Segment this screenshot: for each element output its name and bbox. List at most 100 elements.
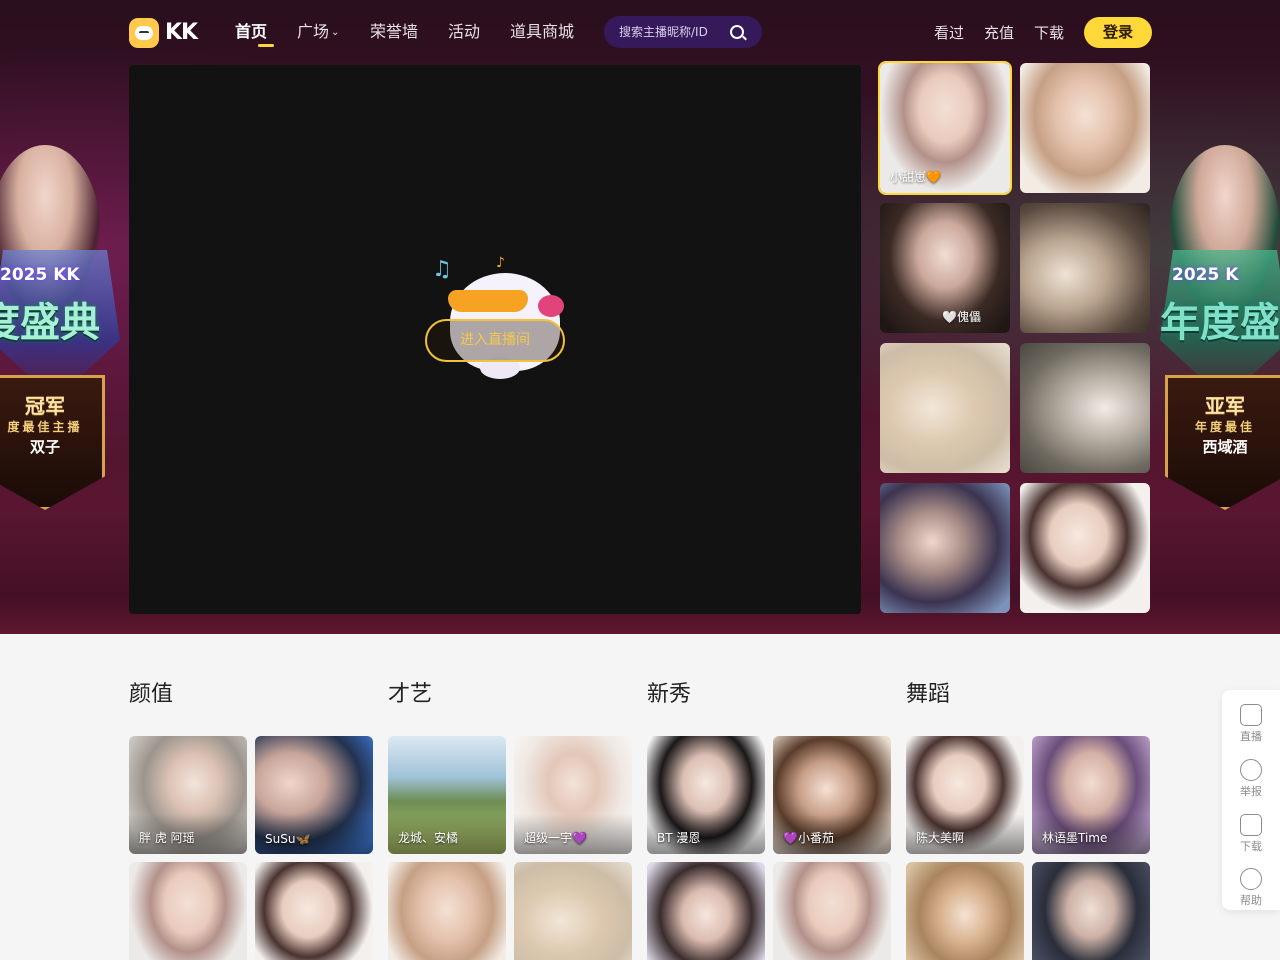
banner-event-title: 年度盛 <box>1160 300 1280 346</box>
streamer-card[interactable]: 陈大美啊 <box>906 736 1024 854</box>
download-link[interactable]: 下载 <box>1034 22 1064 43</box>
search-input[interactable] <box>619 25 729 39</box>
streamer-name: 陈大美啊 <box>916 831 965 845</box>
streamer-portrait <box>1032 862 1150 960</box>
live-thumb[interactable]: 🤍傀儡 <box>880 203 1010 333</box>
banner-event-title: 度盛典 <box>0 300 100 346</box>
nav-home[interactable]: 首页 <box>235 20 297 48</box>
live-thumb[interactable]: 小甜崽🧡 <box>878 61 1012 195</box>
streamer-card[interactable]: 超级一宇💜 <box>514 736 632 854</box>
category-column-newcomer: 新秀 <box>647 680 891 710</box>
category-section: 颜值 胖 虎 阿瑶 SuSu🦋 才艺 龙城、安橘 超级一宇💜 新秀 BT 漫恩 <box>129 680 1150 960</box>
streamer-name: 龙城、安橘 <box>398 831 459 845</box>
rail-label: 直播 <box>1240 730 1262 743</box>
streamer-portrait <box>1020 203 1150 333</box>
live-thumb[interactable] <box>1020 343 1150 473</box>
help-icon <box>1240 868 1262 890</box>
streamer-card[interactable] <box>514 862 632 960</box>
category-title[interactable]: 才艺 <box>388 680 632 710</box>
rail-label: 帮助 <box>1240 894 1262 907</box>
streamer-card[interactable] <box>129 862 247 960</box>
kk-logo[interactable]: KK <box>129 17 205 48</box>
category-title[interactable]: 舞蹈 <box>906 680 1150 710</box>
banner-plaque: 冠军 度最佳主播 双子 <box>0 375 105 510</box>
streamer-card[interactable]: 龙城、安橘 <box>388 736 506 854</box>
streamer-card[interactable] <box>906 862 1024 960</box>
streamer-card[interactable]: SuSu🦋 <box>255 736 373 854</box>
streamer-portrait <box>255 862 373 960</box>
award-banner-right[interactable]: 2025 K 年度盛 亚军 年度最佳 西域酒 <box>1160 90 1280 520</box>
streamer-portrait <box>880 483 1010 613</box>
award-banner-left[interactable]: 2025 KK 度盛典 冠军 度最佳主播 双子 <box>0 90 120 520</box>
streamer-name: 林语墨Time <box>1042 831 1108 845</box>
streamer-name: 🤍傀儡 <box>942 310 981 324</box>
recharge-link[interactable]: 充值 <box>984 22 1014 43</box>
rail-help-button[interactable]: 帮助 <box>1222 862 1280 912</box>
nav-activities[interactable]: 活动 <box>448 20 510 48</box>
chevron-down-icon: ⌄ <box>331 26 340 38</box>
streamer-card[interactable]: 💜小番茄 <box>773 736 891 854</box>
streamer-name: BT 漫恩 <box>657 831 701 845</box>
streamer-name: 💜小番茄 <box>783 831 834 845</box>
rail-live-button[interactable]: 直播 <box>1222 698 1280 748</box>
enter-room-button[interactable]: 进入直播间 <box>425 319 565 362</box>
streamer-card[interactable]: 胖 虎 阿瑶 <box>129 736 247 854</box>
streamer-name: 超级一宇💜 <box>524 831 587 845</box>
live-thumb[interactable] <box>880 483 1010 613</box>
logo-mascot-icon <box>129 17 159 48</box>
nav-plaza-label: 广场 <box>297 22 330 41</box>
streamer-portrait <box>129 862 247 960</box>
live-thumb[interactable] <box>1020 483 1150 613</box>
plaque-name: 双子 <box>29 438 60 456</box>
nav-plaza[interactable]: 广场 ⌄ <box>297 20 370 48</box>
category-title[interactable]: 新秀 <box>647 680 891 710</box>
streamer-portrait <box>647 862 765 960</box>
rail-report-button[interactable]: 举报 <box>1222 753 1280 803</box>
rail-label: 下载 <box>1240 840 1262 853</box>
streamer-name: 胖 虎 阿瑶 <box>139 831 195 845</box>
camera-icon <box>1240 704 1262 726</box>
plaque-rank: 冠军 <box>25 394 65 418</box>
category-column-beauty: 颜值 <box>129 680 373 710</box>
search-box <box>604 16 762 48</box>
streamer-portrait <box>880 343 1010 473</box>
streamer-card[interactable]: 林语墨Time <box>1032 736 1150 854</box>
streamer-card[interactable] <box>773 862 891 960</box>
search-icon[interactable] <box>730 25 744 39</box>
main-nav: 首页 广场 ⌄ 荣誉墙 活动 道具商城 <box>235 20 590 48</box>
tool-rail: 直播 举报 下载 帮助 <box>1222 690 1280 910</box>
nav-honor-wall[interactable]: 荣誉墙 <box>370 20 448 48</box>
streamer-card[interactable] <box>255 862 373 960</box>
category-column-talent: 才艺 <box>388 680 632 710</box>
category-title[interactable]: 颜值 <box>129 680 373 710</box>
streamer-portrait <box>388 862 506 960</box>
plaque-rank: 亚军 <box>1205 394 1245 418</box>
streamer-name: SuSu🦋 <box>265 832 311 846</box>
streamer-card[interactable] <box>1032 862 1150 960</box>
banner-plaque: 亚军 年度最佳 西域酒 <box>1165 375 1280 510</box>
nav-prop-store[interactable]: 道具商城 <box>510 20 590 48</box>
live-thumb[interactable] <box>1020 63 1150 193</box>
phone-icon <box>1240 814 1262 836</box>
live-thumb[interactable] <box>880 343 1010 473</box>
plaque-name: 西域酒 <box>1202 438 1248 456</box>
plaque-title: 度最佳主播 <box>7 420 83 434</box>
header-links: 看过 充值 下载 <box>934 22 1064 43</box>
mascot-sunglasses <box>448 290 528 312</box>
rail-download-button[interactable]: 下载 <box>1222 808 1280 858</box>
streamer-card[interactable] <box>647 862 765 960</box>
music-note-icon: ♫ <box>432 257 452 282</box>
category-column-dance: 舞蹈 <box>906 680 1150 710</box>
login-button[interactable]: 登录 <box>1084 17 1152 48</box>
mascot-cheek <box>538 295 564 317</box>
hero-section: 2025 KK 度盛典 冠军 度最佳主播 双子 2025 K 年度盛 亚军 年度… <box>0 0 1280 634</box>
streamer-card[interactable]: BT 漫恩 <box>647 736 765 854</box>
rail-label: 举报 <box>1240 785 1262 798</box>
streamer-portrait <box>906 862 1024 960</box>
plaque-title: 年度最佳 <box>1194 420 1255 434</box>
history-link[interactable]: 看过 <box>934 22 964 43</box>
banner-year: 2025 KK <box>0 265 80 285</box>
streamer-card[interactable] <box>388 862 506 960</box>
streamer-portrait <box>1020 483 1150 613</box>
live-thumb[interactable] <box>1020 203 1150 333</box>
